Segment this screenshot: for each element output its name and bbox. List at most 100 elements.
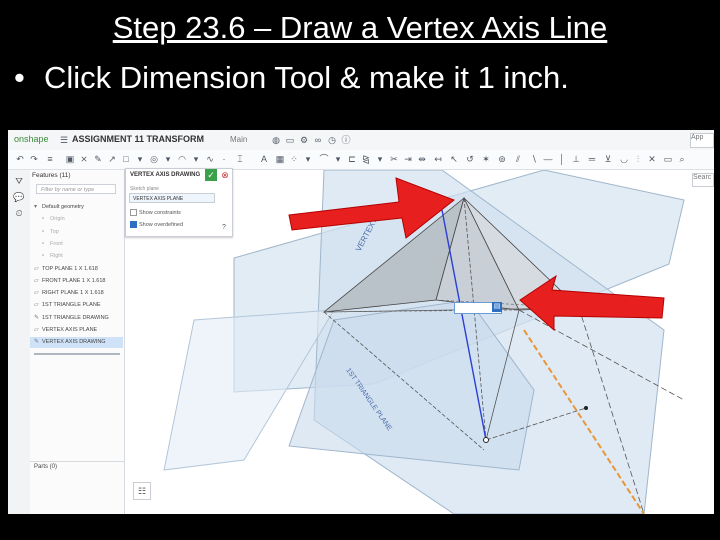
clock-icon[interactable]: ◷ xyxy=(326,133,338,147)
feature-item[interactable]: ✎ 1ST TRIANGLE DRAWING xyxy=(34,313,124,324)
axis-point[interactable] xyxy=(584,406,588,410)
feature-item[interactable]: ▱ TOP PLANE 1 X 1.618 xyxy=(34,264,124,275)
feature-item[interactable]: ✎ VERTEX AXIS DRAWING xyxy=(30,337,123,349)
sketch-list-icon[interactable]: ☷ xyxy=(133,482,151,500)
tangent-arc-icon[interactable]: ↖ xyxy=(448,152,460,166)
feature-item[interactable]: ▱ 1ST TRIANGLE PLANE xyxy=(34,300,124,311)
parts-header[interactable]: Parts (0) xyxy=(34,464,57,470)
gear-icon[interactable]: ⚙ xyxy=(298,133,310,147)
checkbox-icon[interactable] xyxy=(130,209,137,216)
select-icon[interactable]: ↗ xyxy=(106,152,118,166)
list-icon[interactable]: ≡ xyxy=(44,152,56,166)
group-icon: ▾ xyxy=(34,204,38,210)
construction-icon[interactable]: ⌶ xyxy=(234,152,246,166)
normal-icon[interactable]: ⊥ xyxy=(570,152,582,166)
feature-item[interactable]: ▱ RIGHT PLANE 1 X 1.618 xyxy=(34,288,124,299)
chevron-down-icon[interactable]: ▾ xyxy=(332,152,344,166)
plane-icon: ▱ xyxy=(34,302,39,309)
cut-icon[interactable]: ⨯ xyxy=(78,152,90,166)
split-icon[interactable]: ⇹ xyxy=(416,152,428,166)
text-icon[interactable]: A xyxy=(258,152,270,166)
coincident-icon[interactable]: ✶ xyxy=(480,152,492,166)
feature-item[interactable]: ▱ FRONT PLANE 1 X 1.618 xyxy=(34,276,124,287)
comment-icon[interactable]: 💬 xyxy=(13,192,25,204)
menu-icon[interactable]: ☰ xyxy=(58,133,70,147)
tangent-icon[interactable]: ◡ xyxy=(618,152,630,166)
concentric-icon[interactable]: ⊚ xyxy=(496,152,508,166)
symmetric-icon[interactable]: ⫶ xyxy=(632,152,644,166)
slide-title: Step 23.6 – Draw a Vertex Axis Line xyxy=(112,10,608,45)
feature-filter-input[interactable]: Filter by name or type xyxy=(36,184,116,194)
parallel-icon[interactable]: ⫽ xyxy=(512,152,524,166)
dimension-toggle-icon[interactable]: ▤ xyxy=(492,302,502,312)
circle-icon[interactable]: ◎ xyxy=(148,152,160,166)
feature-label: Top xyxy=(50,228,59,235)
mirror-icon[interactable]: ⧎ xyxy=(360,152,372,166)
history-icon[interactable]: ⏲ xyxy=(13,208,25,220)
filter-icon[interactable]: ⛛ xyxy=(13,176,25,188)
close-icon[interactable]: ⊗ xyxy=(219,169,231,181)
perpendicular-icon[interactable]: ∖ xyxy=(528,152,540,166)
feature-label: Front xyxy=(50,240,63,247)
globe-icon[interactable]: ◍ xyxy=(270,133,282,147)
spline-icon[interactable]: ∿ xyxy=(204,152,216,166)
features-header: Features (11) xyxy=(32,172,71,179)
document-name[interactable]: ASSIGNMENT 11 TRANSFORM xyxy=(72,134,204,144)
plane-icon: ▱ xyxy=(34,277,39,284)
redo-icon[interactable]: ↷ xyxy=(28,152,40,166)
feature-item[interactable]: ▱ VERTEX AXIS PLANE xyxy=(34,325,124,336)
sub-icon: ▫ xyxy=(42,228,45,235)
fix-icon[interactable]: ✕ xyxy=(646,152,658,166)
extend-icon[interactable]: ⇥ xyxy=(402,152,414,166)
axis-end-point[interactable] xyxy=(483,437,489,443)
offset-icon[interactable]: ⊏ xyxy=(346,152,358,166)
trim-icon[interactable]: ✂ xyxy=(388,152,400,166)
vertical-icon[interactable]: │ xyxy=(556,152,568,166)
feature-label: TOP PLANE 1 X 1.618 xyxy=(42,265,98,272)
feature-item[interactable]: ▾ Default geometry xyxy=(34,202,124,213)
help-icon[interactable]: ? xyxy=(218,221,230,235)
use-icon[interactable]: ↺ xyxy=(464,152,476,166)
check-icon[interactable]: ✓ xyxy=(205,169,217,181)
chevron-down-icon[interactable]: ▾ xyxy=(190,152,202,166)
info-icon[interactable]: ⓘ xyxy=(340,133,352,147)
arc-icon[interactable]: ◠ xyxy=(176,152,188,166)
save-icon[interactable]: ▣ xyxy=(64,152,76,166)
dimension-icon[interactable]: ↤ xyxy=(432,152,444,166)
feature-item[interactable]: ▫ Right xyxy=(42,251,132,262)
undo-icon[interactable]: ↶ xyxy=(14,152,26,166)
sub-icon: ▫ xyxy=(42,253,45,260)
chevron-down-icon[interactable]: ▾ xyxy=(134,152,146,166)
chevron-down-icon[interactable]: ▾ xyxy=(162,152,174,166)
midpoint-icon[interactable]: ⊻ xyxy=(602,152,614,166)
feature-item[interactable]: ▫ Origin xyxy=(42,214,132,225)
sketch-icon[interactable]: ✎ xyxy=(92,152,104,166)
feature-item[interactable]: ▫ Top xyxy=(42,227,132,238)
rollback-bar[interactable] xyxy=(34,353,120,355)
folder-icon[interactable]: ▭ xyxy=(284,133,296,147)
feature-list-panel: Features (11) Filter by name or type ▾ De… xyxy=(30,170,125,514)
zoom-icon[interactable]: ⌕ xyxy=(676,152,688,166)
rectangle-icon[interactable]: □ xyxy=(120,152,132,166)
show-overdefined-checkbox[interactable]: Show overdefined xyxy=(130,221,183,228)
sketch-plane-field[interactable]: VERTEX AXIS PLANE xyxy=(129,193,215,203)
fillet-icon[interactable]: ⌒ xyxy=(318,152,330,166)
checkbox-checked-icon[interactable] xyxy=(130,221,137,228)
equal-icon[interactable]: ═ xyxy=(586,152,598,166)
bullet-dot-icon: • xyxy=(14,60,25,95)
plane-icon: ▱ xyxy=(34,290,39,297)
app-store-button[interactable]: App xyxy=(690,133,714,148)
horizontal-icon[interactable]: — xyxy=(542,152,554,166)
chevron-down-icon[interactable]: ▾ xyxy=(302,152,314,166)
pierce-icon[interactable]: ▭ xyxy=(662,152,674,166)
feature-item[interactable]: ▫ Front xyxy=(42,239,132,250)
link-icon[interactable]: ∞ xyxy=(312,133,324,147)
show-constraints-checkbox[interactable]: Show constraints xyxy=(130,209,181,216)
pattern-icon[interactable]: ⁘ xyxy=(288,152,300,166)
image-icon[interactable]: ▦ xyxy=(274,152,286,166)
chevron-down-icon[interactable]: ▾ xyxy=(374,152,386,166)
point-icon[interactable]: · xyxy=(218,152,230,166)
sketch-icon: ✎ xyxy=(34,314,40,321)
sketch-dialog-title: VERTEX AXIS DRAWING xyxy=(130,172,201,178)
branch-name[interactable]: Main xyxy=(230,135,247,144)
